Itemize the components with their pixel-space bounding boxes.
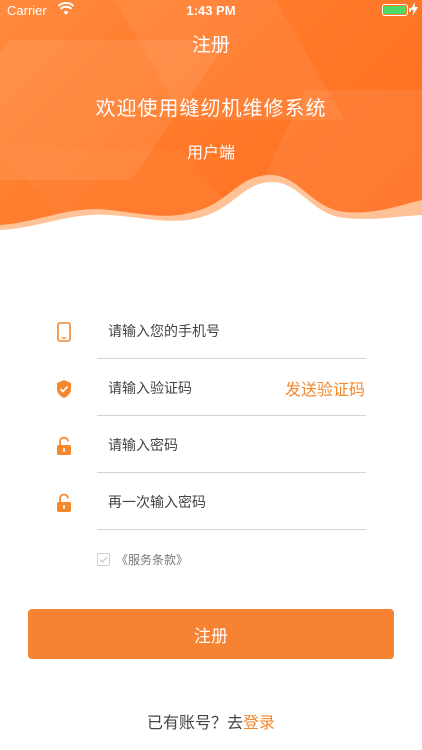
status-bar: Carrier 1:43 PM (0, 0, 422, 22)
verification-row: 发送验证码 (0, 359, 422, 416)
phone-input[interactable] (108, 320, 278, 344)
password-input[interactable] (108, 434, 278, 458)
wave-decoration (0, 175, 422, 245)
phone-icon (57, 322, 71, 342)
charging-icon (410, 2, 418, 16)
unlock-icon (57, 493, 71, 512)
shield-check-icon (57, 380, 71, 398)
login-prompt: 已有账号？去登录 (0, 709, 422, 733)
terms-checkbox[interactable] (97, 553, 110, 566)
password-row (0, 416, 422, 473)
header-banner: Carrier 1:43 PM 注册 欢迎使用缝纫机维修系统 用户端 (0, 0, 422, 245)
confirm-password-input[interactable] (108, 491, 278, 515)
welcome-text: 欢迎使用缝纫机维修系统 (95, 96, 327, 120)
unlock-icon (57, 436, 71, 455)
clock: 1:43 PM (186, 3, 236, 18)
page-title: 注册 (191, 34, 230, 56)
user-type-label: 用户端 (186, 143, 235, 162)
checkmark-icon (99, 556, 108, 563)
login-link[interactable]: 登录 (243, 713, 275, 732)
register-button[interactable]: 注册 (28, 609, 394, 659)
phone-row (0, 302, 422, 359)
battery-icon (382, 4, 411, 16)
divider (97, 529, 366, 530)
terms-link[interactable]: 《服务条款》 (116, 551, 188, 568)
send-code-button[interactable]: 发送验证码 (285, 376, 365, 400)
confirm-password-row (0, 473, 422, 530)
verification-code-input[interactable] (108, 377, 278, 401)
login-prompt-text: 已有账号？去 (146, 713, 243, 732)
